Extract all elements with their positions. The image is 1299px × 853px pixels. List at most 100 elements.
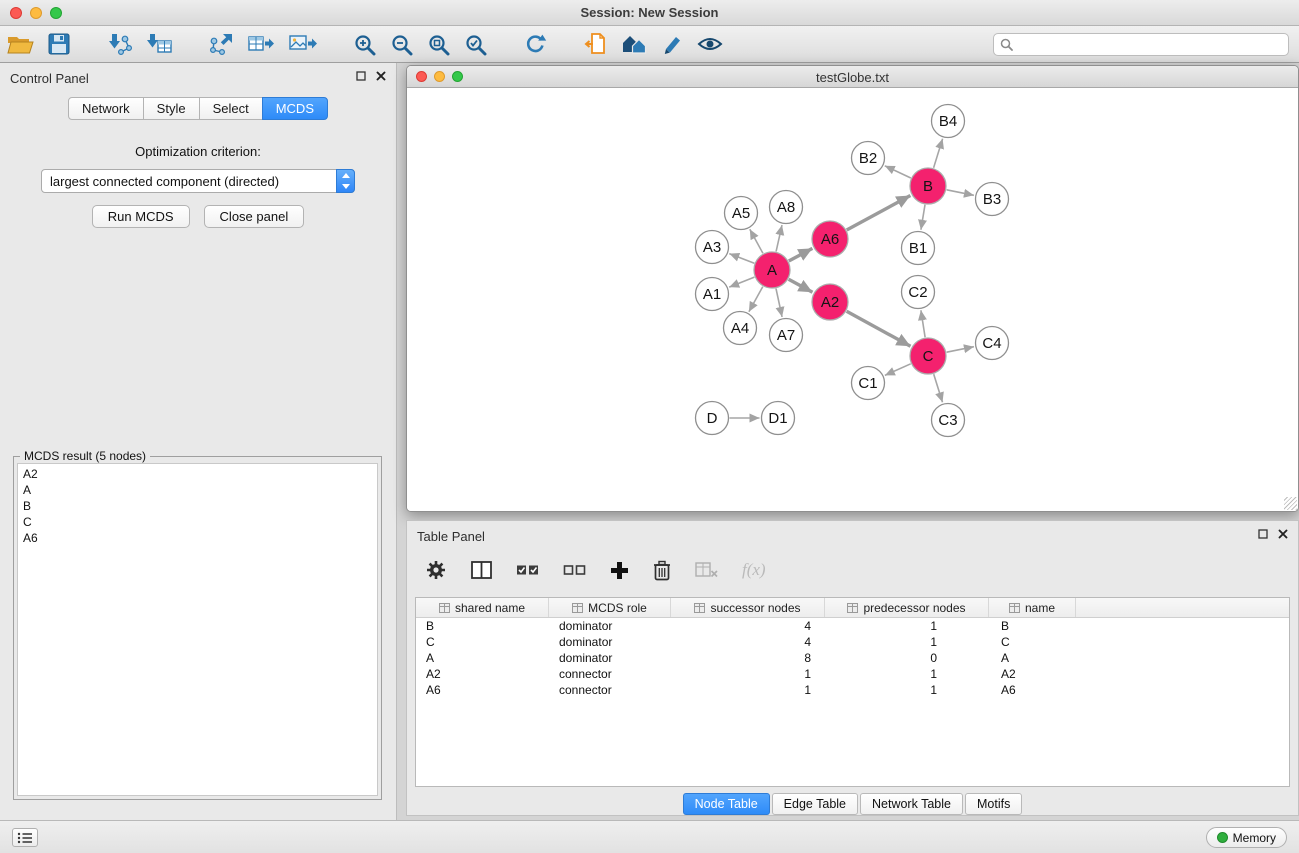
network-graph[interactable]: B4 B2 B B3 A5 A8 A6 B1 A3 A C2 A1 A2 A4 A7 C C4 C1 C3 D D1 (407, 88, 1298, 511)
network-canvas[interactable]: B4 B2 B B3 A5 A8 A6 B1 A3 A C2 A1 A2 A4 A7 C C4 C1 C3 D D1 (407, 88, 1298, 511)
mcds-result-list[interactable]: A2ABCA6 (17, 463, 378, 796)
function-builder-button[interactable]: f(x) (742, 560, 766, 580)
node-A2[interactable]: A2 (812, 284, 848, 320)
hide-panels-button[interactable] (614, 28, 654, 60)
graphics-details-button[interactable] (654, 28, 690, 60)
zoom-in-button[interactable] (346, 28, 383, 60)
export-table-button[interactable] (241, 28, 282, 60)
delete-column-button[interactable] (653, 560, 671, 581)
search-input[interactable] (993, 33, 1289, 56)
export-image-button[interactable] (282, 28, 324, 60)
column-header-shared-name[interactable]: shared name (416, 598, 549, 617)
node-C4[interactable]: C4 (976, 327, 1009, 360)
node-A1[interactable]: A1 (696, 278, 729, 311)
network-window-titlebar[interactable]: testGlobe.txt (407, 66, 1298, 88)
edge-B-B2[interactable] (885, 166, 911, 178)
tab-network[interactable]: Network (68, 97, 144, 120)
node-D1[interactable]: D1 (762, 402, 795, 435)
table-row[interactable]: Cdominator41C (416, 634, 1289, 650)
edge-B-B4[interactable] (934, 139, 943, 168)
edge-A-A2[interactable] (789, 279, 813, 292)
node-C2[interactable]: C2 (902, 276, 935, 309)
edge-B-B1[interactable] (921, 205, 925, 230)
optimization-criterion-dropdown[interactable]: largest connected component (directed) (41, 169, 355, 193)
edge-C-C1[interactable] (885, 364, 911, 376)
edge-A6-B[interactable] (847, 196, 911, 231)
float-panel-icon[interactable] (356, 71, 366, 81)
import-network-button[interactable] (99, 28, 139, 60)
edge-A-A3[interactable] (729, 254, 754, 264)
column-header-mcds-role[interactable]: MCDS role (549, 598, 671, 617)
run-mcds-button[interactable]: Run MCDS (92, 205, 190, 228)
mcds-result-item[interactable]: A2 (18, 466, 377, 482)
mcds-result-item[interactable]: C (18, 514, 377, 530)
zoom-selected-button[interactable] (457, 28, 494, 60)
close-panel-button[interactable]: Close panel (204, 205, 305, 228)
mcds-result-item[interactable]: A6 (18, 530, 377, 546)
edge-C-C2[interactable] (921, 310, 925, 337)
column-header-name[interactable]: name (989, 598, 1076, 617)
edge-C-C3[interactable] (934, 374, 943, 402)
edge-A-A8[interactable] (776, 225, 782, 251)
column-header-successor-nodes[interactable]: successor nodes (671, 598, 825, 617)
node-A[interactable]: A (754, 252, 790, 288)
save-session-button[interactable] (41, 28, 77, 60)
node-B1[interactable]: B1 (902, 232, 935, 265)
float-table-panel-icon[interactable] (1258, 529, 1268, 539)
table-row[interactable]: A6connector11A6 (416, 682, 1289, 698)
export-network-button[interactable] (201, 28, 241, 60)
window-resize-grip[interactable] (1284, 497, 1297, 510)
tab-node-table[interactable]: Node Table (683, 793, 770, 815)
edge-C-C4[interactable] (947, 347, 974, 353)
import-table-button[interactable] (139, 28, 179, 60)
node-A8[interactable]: A8 (770, 191, 803, 224)
table-row[interactable]: Adominator80A (416, 650, 1289, 666)
deselect-all-button[interactable] (563, 563, 586, 577)
zoom-fit-button[interactable] (420, 28, 457, 60)
open-session-button[interactable] (0, 28, 41, 60)
tab-motifs[interactable]: Motifs (965, 793, 1022, 815)
close-panel-icon[interactable] (376, 71, 386, 81)
tab-style[interactable]: Style (143, 97, 200, 120)
edge-A-A5[interactable] (750, 229, 763, 253)
edge-A-A4[interactable] (749, 287, 763, 312)
node-D[interactable]: D (696, 402, 729, 435)
node-B4[interactable]: B4 (932, 105, 965, 138)
show-columns-button[interactable] (471, 561, 492, 579)
memory-button[interactable]: Memory (1206, 827, 1287, 848)
edge-A-A6[interactable] (789, 248, 813, 261)
node-B[interactable]: B (910, 168, 946, 204)
edge-A2-C[interactable] (847, 311, 911, 346)
node-A4[interactable]: A4 (724, 312, 757, 345)
node-B2[interactable]: B2 (852, 142, 885, 175)
show-hide-button[interactable] (690, 28, 730, 60)
destroy-table-button[interactable] (695, 562, 718, 578)
tab-edge-table[interactable]: Edge Table (772, 793, 858, 815)
edge-A-A7[interactable] (776, 289, 782, 317)
table-row[interactable]: A2connector11A2 (416, 666, 1289, 682)
node-C3[interactable]: C3 (932, 404, 965, 437)
close-table-panel-icon[interactable] (1278, 529, 1288, 539)
node-A7[interactable]: A7 (770, 319, 803, 352)
task-history-button[interactable] (12, 828, 38, 847)
select-all-button[interactable] (516, 563, 539, 577)
mcds-result-item[interactable]: B (18, 498, 377, 514)
refresh-button[interactable] (516, 28, 554, 60)
table-row[interactable]: Bdominator41B (416, 618, 1289, 634)
node-A6[interactable]: A6 (812, 221, 848, 257)
tab-mcds[interactable]: MCDS (262, 97, 328, 120)
node-C[interactable]: C (910, 338, 946, 374)
node-C1[interactable]: C1 (852, 367, 885, 400)
add-column-button[interactable] (610, 561, 629, 580)
network-overview-button[interactable] (576, 28, 614, 60)
tab-network-table[interactable]: Network Table (860, 793, 963, 815)
node-A5[interactable]: A5 (725, 197, 758, 230)
zoom-out-button[interactable] (383, 28, 420, 60)
node-B3[interactable]: B3 (976, 183, 1009, 216)
node-A3[interactable]: A3 (696, 231, 729, 264)
mcds-result-item[interactable]: A (18, 482, 377, 498)
tab-select[interactable]: Select (199, 97, 263, 120)
edge-B-B3[interactable] (947, 190, 974, 196)
column-header-predecessor-nodes[interactable]: predecessor nodes (825, 598, 989, 617)
table-settings-button[interactable] (425, 559, 447, 581)
